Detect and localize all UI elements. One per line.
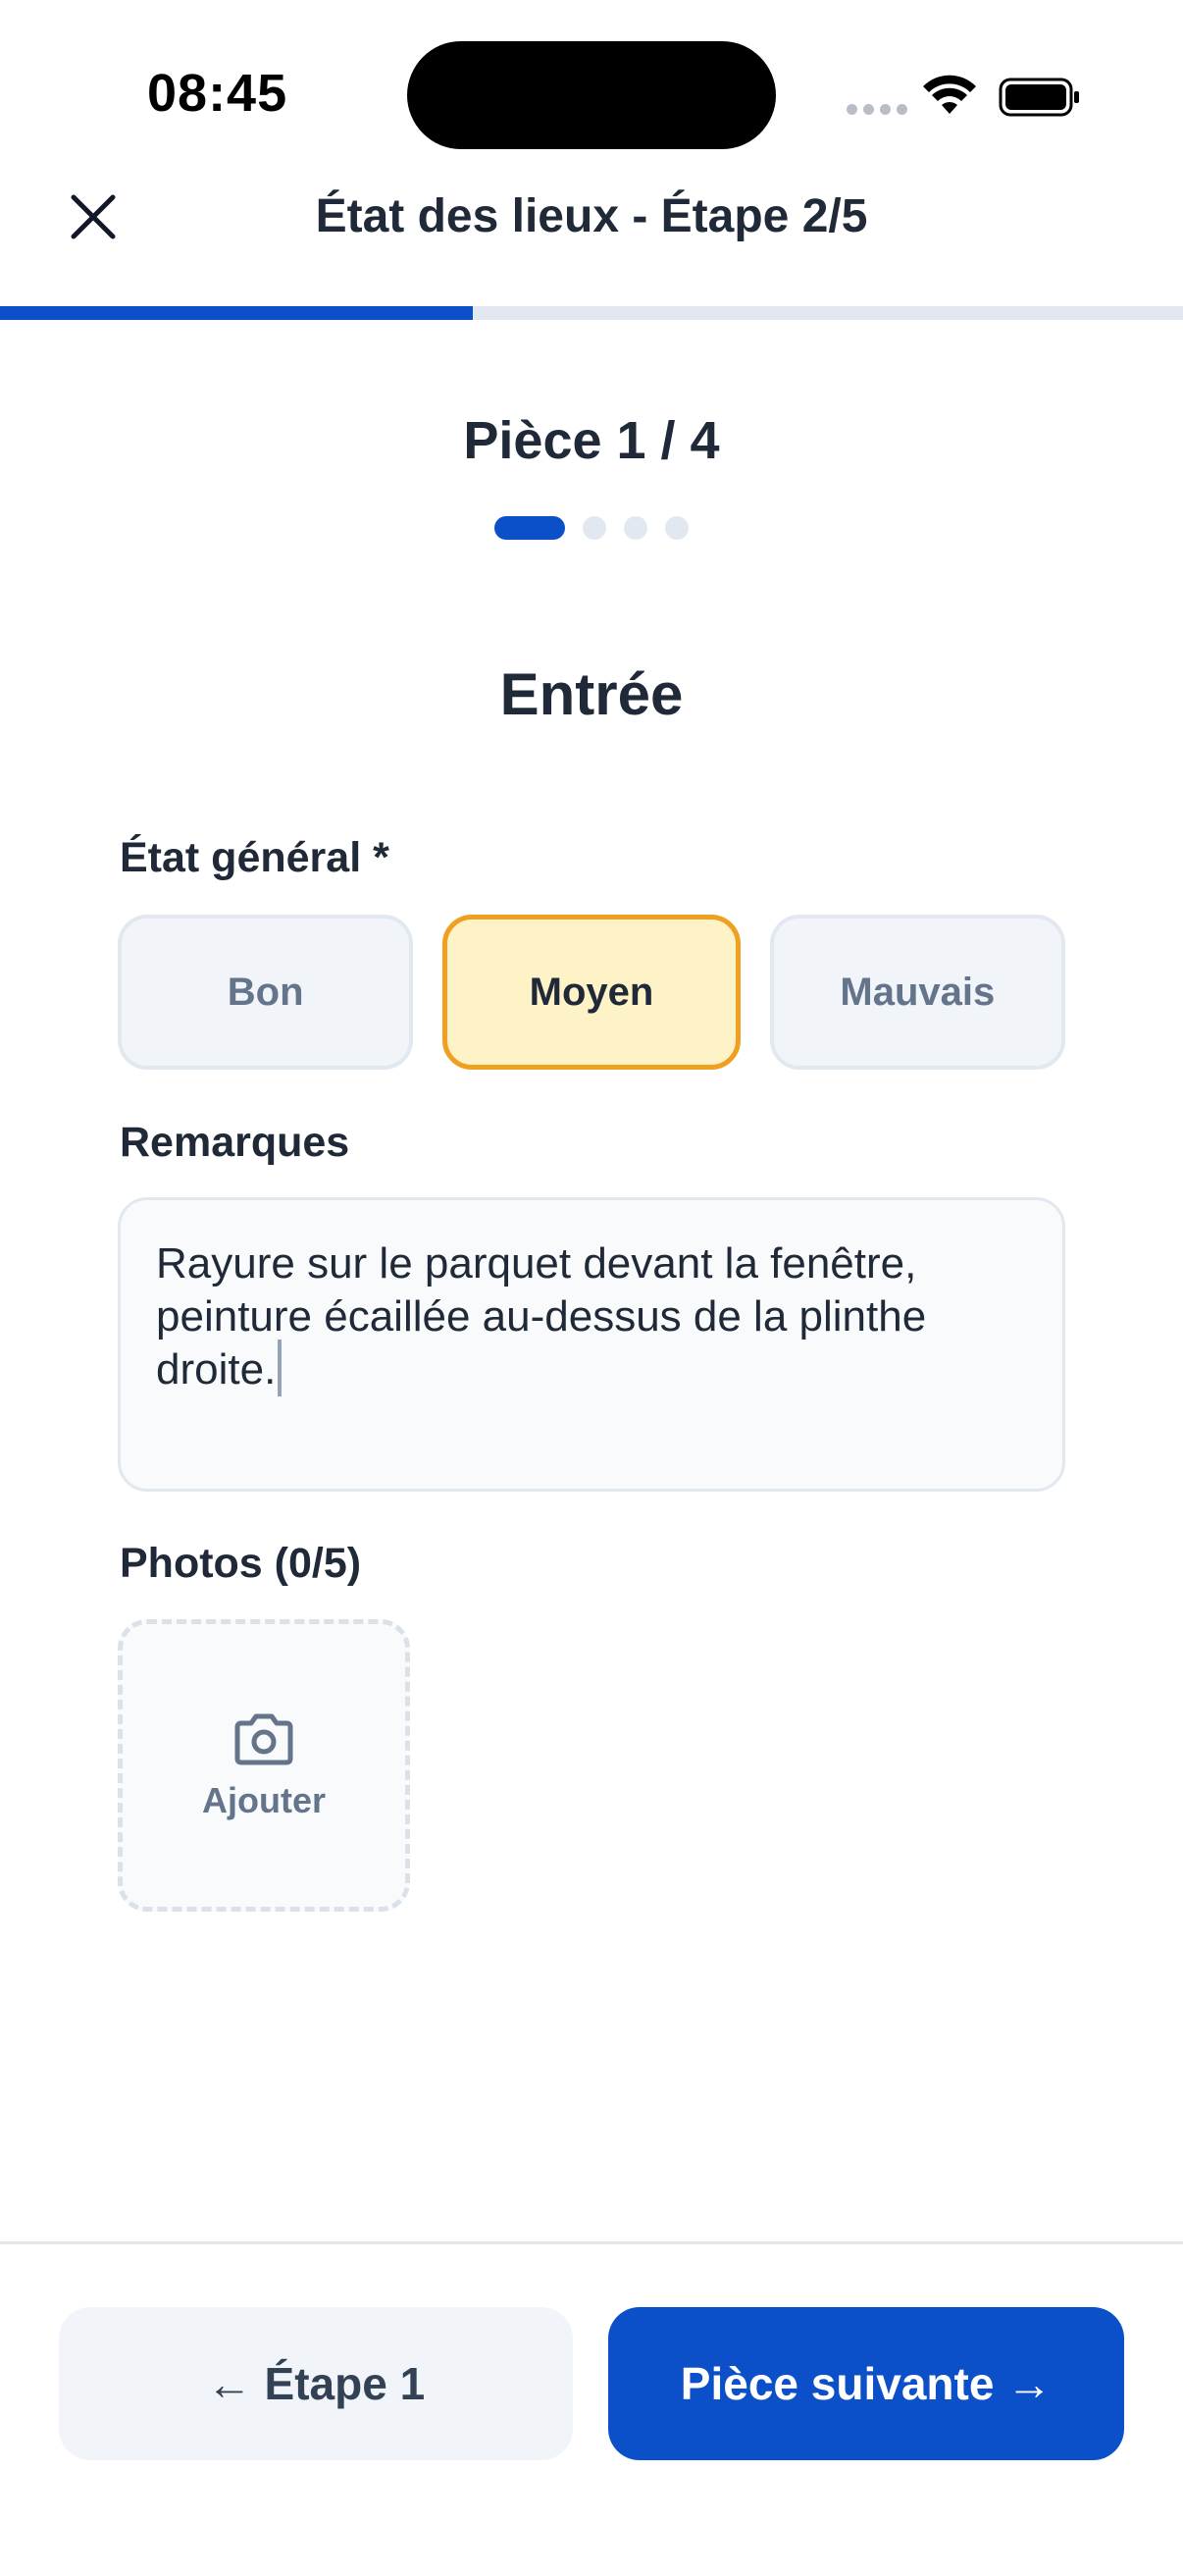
step-progress-fill	[0, 306, 474, 320]
condition-options: Bon Moyen Mauvais	[118, 915, 1065, 1070]
footer-bar: ← Étape 1 Pièce suivante →	[0, 2241, 1183, 2576]
dynamic-island	[407, 41, 776, 149]
status-bar: 08:45	[0, 0, 1183, 186]
room-pager-dot	[494, 516, 565, 540]
add-photo-button[interactable]: Ajouter	[118, 1619, 410, 1912]
camera-icon	[234, 1713, 293, 1765]
battery-icon	[999, 78, 1079, 117]
condition-option-bon[interactable]: Bon	[118, 915, 414, 1070]
room-pager-dot	[583, 516, 606, 540]
wifi-icon	[923, 75, 976, 114]
text-caret	[278, 1340, 283, 1397]
step-progress-bar	[0, 306, 1183, 320]
remarks-textarea[interactable]: Rayure sur le parquet devant la fenêtre,…	[118, 1197, 1065, 1492]
page-title: État des lieux - Étape 2/5	[315, 190, 868, 242]
room-name: Entrée	[499, 661, 684, 727]
remarks-label: Remarques	[120, 1119, 350, 1166]
room-pager-dot	[624, 516, 647, 540]
cellular-signal-icon	[847, 104, 907, 115]
room-pager-dot	[665, 516, 689, 540]
condition-label: État général *	[120, 834, 389, 881]
add-photo-label: Ajouter	[202, 1780, 326, 1820]
photos-label: Photos (0/5)	[120, 1540, 362, 1587]
header: État des lieux - Étape 2/5	[0, 165, 1183, 283]
previous-step-button[interactable]: ← Étape 1	[59, 2307, 573, 2460]
remarks-text: Rayure sur le parquet devant la fenêtre,…	[156, 1239, 927, 1393]
next-room-button[interactable]: Pièce suivante →	[608, 2307, 1124, 2460]
condition-option-moyen[interactable]: Moyen	[442, 915, 741, 1070]
status-time: 08:45	[147, 64, 288, 123]
room-counter: Pièce 1 / 4	[463, 411, 720, 470]
room-pager-dots	[0, 516, 1183, 540]
condition-option-mauvais[interactable]: Mauvais	[769, 915, 1065, 1070]
